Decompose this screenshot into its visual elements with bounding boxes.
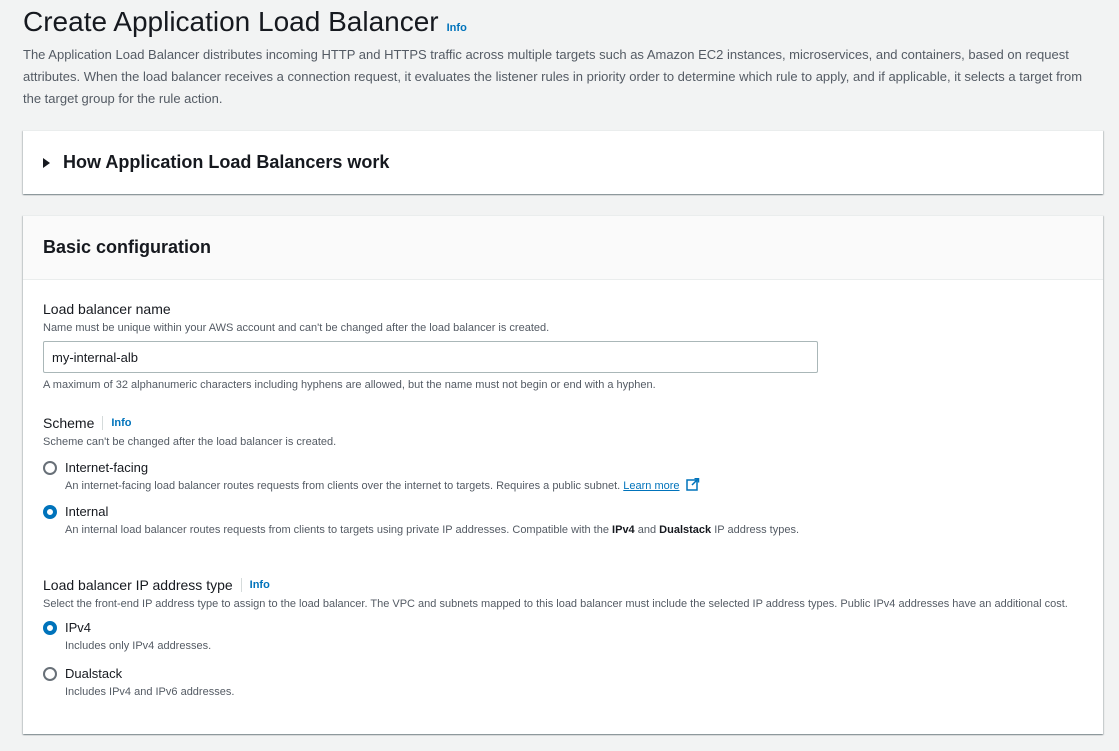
title-info-link[interactable]: Info [447,22,467,34]
radio-internet-facing[interactable] [43,461,57,475]
how-it-works-expandable[interactable]: How Application Load Balancers work [23,130,1103,194]
internet-facing-description: An internet-facing load balancer routes … [65,478,700,494]
scheme-field-group: Scheme Info Scheme can't be changed afte… [43,414,805,538]
scheme-option-internal[interactable]: Internal An internal load balancer route… [43,503,805,538]
ip-type-description: Select the front-end IP address type to … [43,598,1068,610]
ipv4-label: IPv4 [65,620,92,635]
internal-desc-pre: An internal load balancer routes request… [65,524,609,536]
dualstack-label: Dualstack [65,666,123,681]
ip-type-field-group: Load balancer IP address type Info Selec… [43,576,1083,700]
radio-internal[interactable] [43,505,57,519]
radio-text: Internal An internal load balancer route… [65,503,805,538]
ipv4-bold: IPv4 [612,524,635,536]
name-field-constraint: A maximum of 32 alphanumeric characters … [43,379,656,391]
scheme-label-row: Scheme Info [43,414,805,432]
label-separator [240,578,242,592]
name-field-description: Name must be unique within your AWS acco… [43,322,550,334]
basic-configuration-header: Basic configuration [23,216,1103,280]
radio-text: IPv4 Includes only IPv4 addresses. [65,619,211,654]
label-separator [102,416,104,430]
ip-type-option-dualstack[interactable]: Dualstack Includes IPv4 and IPv6 address… [43,665,1083,700]
how-it-works-title: How Application Load Balancers work [63,152,390,172]
page-title: Create Application Load Balancer [23,6,439,37]
basic-configuration-title: Basic configuration [43,237,212,257]
scheme-label: Scheme [43,415,95,431]
radio-text: Internet-facing An internet-facing load … [65,459,700,494]
dualstack-description: Includes IPv4 and IPv6 addresses. [65,686,235,698]
internet-facing-desc-text: An internet-facing load balancer routes … [65,480,621,492]
title-row: Create Application Load Balancer Info [23,4,1093,40]
learn-more-link[interactable]: Learn more [623,480,679,492]
internal-desc-post: IP address types. [714,524,800,536]
basic-configuration-panel: Basic configuration Load balancer name N… [23,215,1103,734]
caret-right-icon [43,157,50,168]
radio-dualstack[interactable] [43,667,57,681]
internal-desc-and: and [637,524,657,536]
ipv4-description: Includes only IPv4 addresses. [65,640,212,652]
radio-text: Dualstack Includes IPv4 and IPv6 address… [65,665,234,700]
external-link-icon[interactable] [685,478,700,491]
load-balancer-name-input[interactable] [43,341,818,373]
ip-type-label: Load balancer IP address type [43,577,233,593]
internal-description: An internal load balancer routes request… [65,522,805,538]
radio-ipv4[interactable] [43,621,57,635]
ip-type-option-ipv4[interactable]: IPv4 Includes only IPv4 addresses. [43,619,1083,654]
page-header: Create Application Load Balancer Info Th… [23,4,1093,110]
scheme-info-link[interactable]: Info [111,414,131,432]
internet-facing-label: Internet-facing [65,460,149,475]
dualstack-bold: Dualstack [659,524,712,536]
scheme-description: Scheme can't be changed after the load b… [43,436,337,448]
scheme-option-internet-facing[interactable]: Internet-facing An internet-facing load … [43,459,805,494]
ip-type-label-row: Load balancer IP address type Info [43,576,1083,594]
ip-type-info-link[interactable]: Info [250,576,270,594]
name-field-label: Load balancer name [43,301,171,317]
page-description: The Application Load Balancer distribute… [23,47,1083,106]
internal-label: Internal [65,504,109,519]
name-field-group: Load balancer name Name must be unique w… [43,300,818,393]
